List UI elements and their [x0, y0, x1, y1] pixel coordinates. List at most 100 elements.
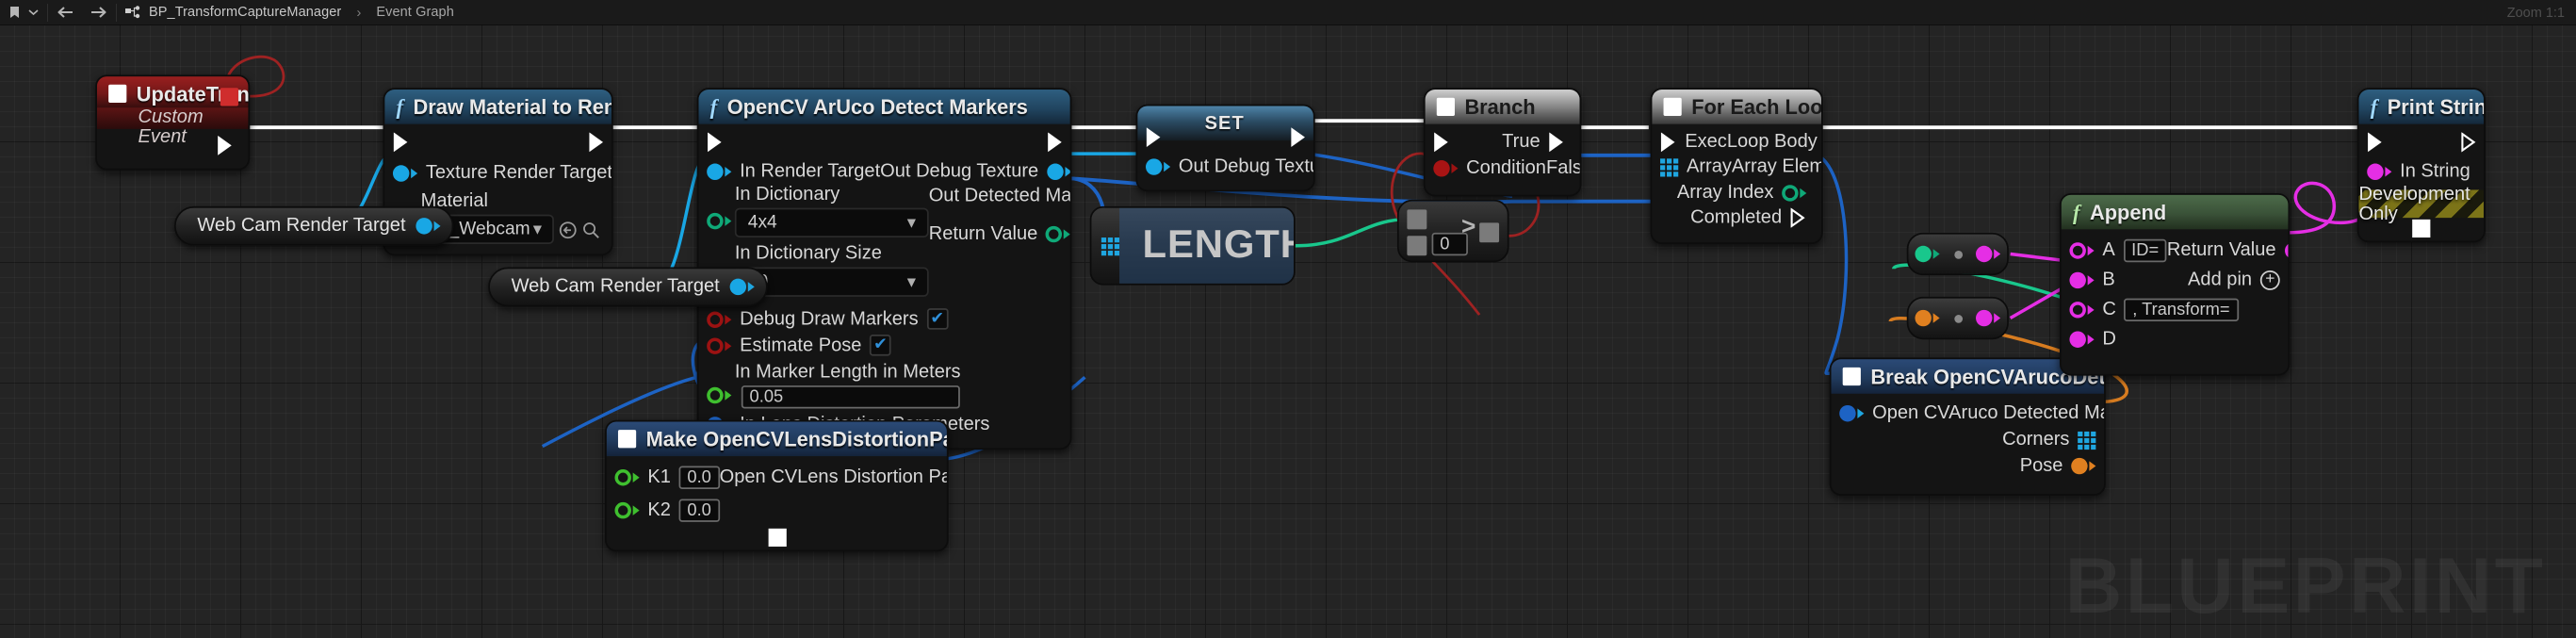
pin-in-render-target[interactable]: In Render Target: [698, 162, 880, 182]
pin-exec-in[interactable]: [393, 132, 409, 153]
pin-a[interactable]: [1407, 209, 1427, 230]
pin-b[interactable]: [1407, 236, 1427, 256]
pin-exec-out[interactable]: [1047, 132, 1063, 153]
node-for-each-loop[interactable]: For Each Loop Exec Loop Body Array Array…: [1650, 88, 1823, 245]
node-title: Print String: [2387, 95, 2484, 119]
pin-a[interactable]: A ID=: [2062, 238, 2167, 263]
append-a-input[interactable]: ID=: [2123, 238, 2167, 263]
node-greater-than[interactable]: 0 >: [1396, 199, 1509, 263]
pin-pose[interactable]: Pose: [2020, 456, 2104, 476]
browse-back-icon[interactable]: [560, 221, 578, 238]
pin-label: In Dictionary: [734, 185, 840, 205]
node-title: LENGTH: [1119, 207, 1295, 284]
k2-input[interactable]: 0.0: [678, 499, 720, 522]
pin-array-index[interactable]: Array Index: [1677, 183, 1815, 203]
pin-in-string[interactable]: In String: [2359, 162, 2470, 182]
pin-estimate-pose[interactable]: Estimate Pose ✔: [698, 334, 891, 356]
pin-exec-out[interactable]: [2461, 132, 2477, 153]
pin-corners[interactable]: Corners: [2002, 430, 2104, 450]
pin-exec-out[interactable]: [217, 135, 241, 155]
node-var-web-cam-render-target-2[interactable]: Web Cam Render Target: [488, 267, 768, 307]
pin-out[interactable]: [729, 278, 755, 296]
node-header: Branch: [1425, 90, 1580, 124]
pin-in-marker-length[interactable]: [698, 363, 732, 404]
debug-draw-markers-checkbox[interactable]: ✔: [926, 308, 949, 330]
bookmark-icon[interactable]: [8, 6, 21, 20]
pin-exec-in[interactable]: [2367, 132, 2383, 153]
arrow-left-icon[interactable]: [57, 6, 73, 19]
pin-label: In Marker Length in Meters: [734, 362, 961, 383]
append-c-input[interactable]: , Transform=: [2124, 298, 2239, 322]
node-to-string-id[interactable]: [1906, 232, 2009, 276]
greater-than-b-value: 0: [1440, 234, 1450, 254]
pin-d[interactable]: D: [2062, 330, 2116, 350]
node-append[interactable]: f Append A ID= Return Value B Add pin + …: [2059, 192, 2291, 376]
pin-c[interactable]: C , Transform=: [2062, 298, 2239, 322]
add-pin-button[interactable]: Add pin +: [2188, 270, 2288, 290]
node-var-web-cam-render-target-1[interactable]: Web Cam Render Target: [173, 205, 454, 246]
operator-label: >: [1460, 212, 1476, 241]
pin-out-detected-markers[interactable]: Out Detected Markers: [929, 185, 1070, 206]
node-make-opencv-lens-distortion-parameters-base[interactable]: Make OpenCVLensDistortionParametersBase …: [605, 419, 949, 552]
bookmark-group[interactable]: [0, 0, 47, 25]
pin-return-value[interactable]: Return Value: [2167, 241, 2289, 260]
pin-condition[interactable]: Condition: [1426, 158, 1546, 178]
node-to-string-pose[interactable]: [1906, 296, 2009, 340]
pin-out-debug-texture[interactable]: Out Debug Texture: [880, 162, 1070, 182]
pin-false[interactable]: False: [1546, 158, 1580, 178]
pin-exec-in[interactable]: [707, 132, 723, 153]
pin-array-in[interactable]: [1091, 237, 1120, 255]
pin-in[interactable]: [1915, 245, 1940, 263]
in-dictionary-select[interactable]: 4x4 ▼: [734, 207, 929, 238]
node-break-opencv-aruco-detected-marker[interactable]: Break OpenCVArucoDetectedMarker Open CVA…: [1829, 357, 2106, 496]
pin-completed[interactable]: Completed: [1690, 207, 1815, 228]
pin-label: Corners: [2002, 430, 2070, 450]
resize-grip[interactable]: [767, 528, 786, 548]
breadcrumb-root[interactable]: BP_TransformCaptureManager: [149, 5, 341, 20]
pin-array[interactable]: Array: [1652, 157, 1732, 177]
pin-texture-render-target[interactable]: Texture Render Target: [384, 164, 611, 183]
add-pin-label: Add pin: [2188, 270, 2253, 290]
node-array-length[interactable]: LENGTH: [1089, 205, 1296, 286]
pin-true[interactable]: True: [1502, 132, 1573, 152]
node-branch[interactable]: Branch True Condition False: [1423, 88, 1582, 197]
pin-exec-out[interactable]: [589, 132, 605, 153]
resize-grip[interactable]: [2412, 219, 2431, 238]
breadcrumb: BP_TransformCaptureManager › Event Graph: [117, 0, 463, 25]
search-icon[interactable]: [582, 221, 600, 238]
event-delegate-pin[interactable]: [220, 88, 238, 106]
pin-out[interactable]: [416, 218, 441, 235]
pin-marker-in[interactable]: Open CVAruco Detected Marker: [1831, 403, 2104, 423]
node-print-string[interactable]: f Print String In String Development Onl…: [2356, 88, 2486, 243]
pin-in[interactable]: [1915, 309, 1940, 327]
pin-out-debug-texture-in[interactable]: Out Debug Texture: [1137, 157, 1313, 177]
k1-input[interactable]: 0.0: [678, 466, 720, 489]
blueprint-graph-icon: [125, 5, 140, 20]
pin-loop-body[interactable]: Loop Body: [1727, 132, 1821, 152]
event-graph-canvas[interactable]: BLUEPRINT UpdateTransform Custom Event: [0, 25, 2576, 638]
chevron-down-icon[interactable]: [28, 8, 39, 16]
pin-exec-in[interactable]: [1433, 132, 1449, 153]
estimate-pose-checkbox[interactable]: ✔: [870, 334, 891, 356]
pin-debug-draw-markers[interactable]: Debug Draw Markers ✔: [698, 308, 949, 330]
in-marker-length-input[interactable]: 0.05: [741, 385, 961, 409]
pin-return[interactable]: [1479, 222, 1500, 243]
pin-out[interactable]: [1976, 245, 2001, 263]
pin-return-value[interactable]: Return Value: [929, 224, 1070, 244]
pin-k2[interactable]: K2 0.0: [607, 499, 720, 522]
breadcrumb-leaf[interactable]: Event Graph: [376, 5, 454, 20]
pin-exec-in[interactable]: Exec: [1660, 132, 1727, 152]
pin-exec-in[interactable]: [1146, 127, 1162, 148]
arrow-right-icon[interactable]: [90, 6, 107, 19]
pin-k1[interactable]: K1 0.0: [607, 466, 720, 489]
pin-out[interactable]: [1976, 309, 2001, 327]
pin-in-dictionary[interactable]: [698, 185, 732, 230]
pin-exec-out[interactable]: [1291, 127, 1307, 148]
pin-b[interactable]: B: [2062, 270, 2115, 290]
pin-struct-out[interactable]: Open CVLens Distortion Parameters Base: [720, 467, 947, 487]
node-update-transform[interactable]: UpdateTransform Custom Event: [95, 74, 251, 171]
chevron-down-icon: ▼: [530, 221, 546, 238]
pin-label: Array: [1686, 156, 1732, 177]
node-set-out-debug-texture[interactable]: SET Out Debug Texture: [1135, 104, 1315, 192]
pin-array-element[interactable]: Array Element: [1732, 157, 1821, 177]
